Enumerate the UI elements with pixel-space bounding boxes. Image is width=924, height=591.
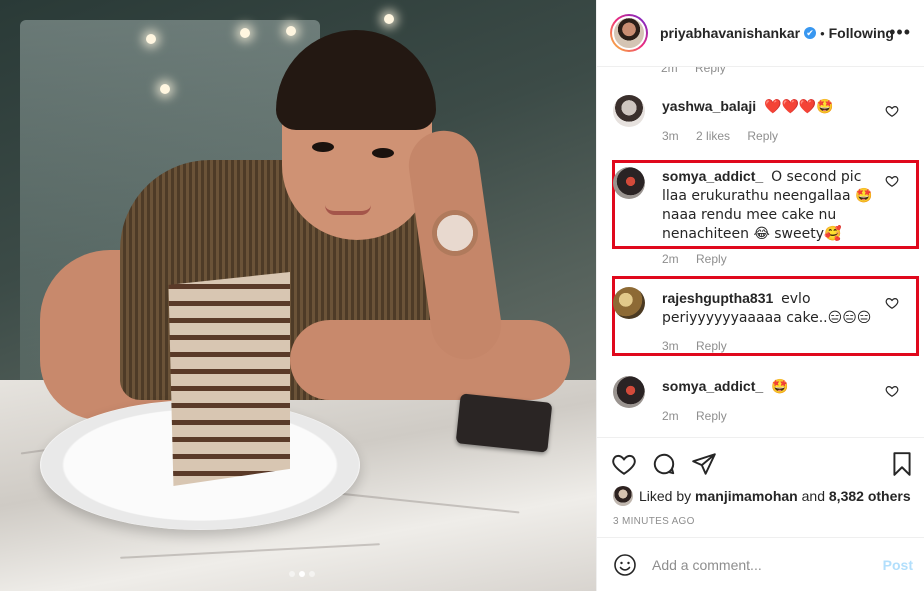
photo-person-eye (372, 148, 394, 158)
comment-meta: 3m 2 likes Reply (662, 129, 792, 143)
comment-input[interactable] (652, 554, 872, 576)
post-photo[interactable] (0, 0, 596, 591)
comment-meta: 2m Reply (662, 252, 741, 266)
photo-light (384, 14, 394, 24)
comment-body: somya_addict_ 🤩 (662, 377, 888, 396)
post-button[interactable]: Post (883, 557, 913, 573)
following-button[interactable]: Following (829, 25, 894, 41)
liked-by-prefix: Liked by (639, 488, 692, 504)
comment-meta: 3m Reply (662, 339, 741, 353)
comment-time: 2m (662, 409, 679, 423)
comment-likes[interactable]: 2 likes (696, 129, 730, 143)
photo-person-arm (290, 320, 570, 400)
comment-text: 🤩 (771, 379, 789, 395)
share-icon[interactable] (691, 451, 717, 477)
reply-button[interactable]: Reply (696, 339, 727, 353)
reply-button[interactable]: Reply (695, 67, 726, 75)
partial-comment-meta: 2m Reply (661, 67, 740, 75)
liker-avatar[interactable] (613, 486, 633, 506)
comment-icon[interactable] (651, 451, 677, 477)
photo-light (146, 34, 156, 44)
comment-like-heart-icon[interactable] (885, 296, 899, 310)
reply-button[interactable]: Reply (696, 252, 727, 266)
commenter-avatar[interactable] (613, 167, 645, 199)
carousel-dot-active (299, 571, 305, 577)
liked-by-and: and (801, 488, 825, 504)
comment-body: somya_addict_ O second pic llaa erukurat… (662, 167, 888, 243)
commenter-username[interactable]: somya_addict_ (662, 168, 763, 184)
heart-icon[interactable] (611, 451, 637, 477)
photo-person-smile (325, 205, 371, 215)
commenter-avatar[interactable] (613, 95, 645, 127)
comment-composer: Post (597, 537, 924, 591)
commenter-username[interactable]: somya_addict_ (662, 378, 763, 394)
comment-meta: 2m Reply (662, 409, 741, 423)
commenter-username[interactable]: yashwa_balaji (662, 98, 756, 114)
smiley-icon[interactable] (613, 553, 637, 577)
photo-light (286, 26, 296, 36)
liker-username[interactable]: manjimamohan (695, 488, 798, 504)
reply-button[interactable]: Reply (696, 409, 727, 423)
photo-light (240, 28, 250, 38)
post-side-panel: priyabhavanishankar ✔ • Following ••• 2m… (596, 0, 924, 591)
comment-like-heart-icon[interactable] (885, 104, 899, 118)
more-options-icon[interactable]: ••• (889, 22, 911, 43)
comment-time: 2m (661, 67, 678, 75)
comment-body: rajeshguptha831 evlo periyyyyyyaaaaa cak… (662, 289, 888, 327)
comment-time: 3m (662, 339, 679, 353)
likes-summary: Liked by manjimamohan and 8,382 others (613, 486, 911, 506)
other-likers-link[interactable]: 8,382 others (829, 488, 911, 504)
photo-layer-cake (168, 272, 290, 486)
comment-time: 3m (662, 129, 679, 143)
carousel-dot (289, 571, 295, 577)
comment-like-heart-icon[interactable] (885, 384, 899, 398)
author-avatar[interactable] (610, 14, 648, 52)
post-header: priyabhavanishankar ✔ • Following ••• (597, 0, 924, 67)
post-actions: Liked by manjimamohan and 8,382 others 3… (597, 437, 924, 537)
photo-light (160, 84, 170, 94)
carousel-dot (309, 571, 315, 577)
comment-time: 2m (662, 252, 679, 266)
comment-text: ❤️❤️❤️🤩 (764, 99, 834, 115)
header-separator: • (820, 25, 825, 41)
author-username[interactable]: priyabhavanishankar (660, 25, 800, 41)
reply-button[interactable]: Reply (747, 129, 778, 143)
comment-body: yashwa_balaji ❤️❤️❤️🤩 (662, 97, 888, 116)
comment-like-heart-icon[interactable] (885, 174, 899, 188)
commenter-avatar[interactable] (613, 376, 645, 408)
carousel-dots (289, 571, 315, 577)
photo-person-eye (312, 142, 334, 152)
comments-list[interactable]: 2m Reply yashwa_balaji ❤️❤️❤️🤩 3m 2 like… (597, 67, 924, 437)
post-timestamp[interactable]: 3 MINUTES AGO (613, 516, 695, 527)
photo-smartphone (455, 393, 553, 453)
bookmark-icon[interactable] (889, 451, 915, 477)
photo-wristwatch (432, 210, 478, 256)
verified-badge-icon: ✔ (804, 27, 817, 39)
commenter-avatar[interactable] (613, 287, 645, 319)
commenter-username[interactable]: rajeshguptha831 (662, 290, 773, 306)
